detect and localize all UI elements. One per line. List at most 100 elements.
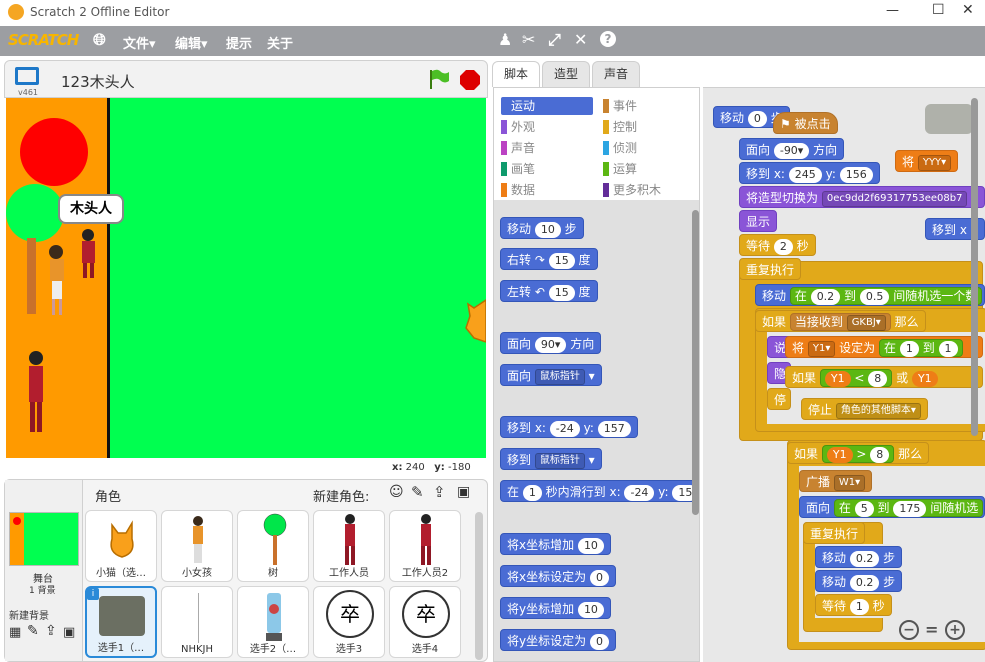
script-switch-costume[interactable]: 将造型切换为 0ec9dd2f69317753ee08b7 <box>739 186 985 208</box>
help-icon[interactable]: ? <box>600 31 616 47</box>
menu-file[interactable]: 文件▾ <box>123 33 156 52</box>
upload-sprite-icon[interactable]: ⇪ <box>433 483 446 501</box>
tab-scripts[interactable]: 脚本 <box>492 61 540 87</box>
upload-backdrop-icon[interactable]: ⇪ <box>45 623 57 639</box>
stage-coordinates: x: 240 y: -180 <box>392 462 471 473</box>
paint-backdrop-icon[interactable]: ✎ <box>27 623 39 639</box>
shrink-icon[interactable]: ✕ <box>574 30 587 49</box>
sprite-tile[interactable]: 选手2（… <box>237 586 309 658</box>
block-turn-right[interactable]: 右转 ↷ 15 度 <box>500 248 598 270</box>
block-set-x[interactable]: 将x坐标设定为 0 <box>500 565 616 587</box>
script-wait-1[interactable]: 等待 1 秒 <box>815 594 892 616</box>
script-broadcast[interactable]: 广播 W1▾ <box>799 470 873 492</box>
script-point-random[interactable]: 面向 在 5 到 175 间随机选 <box>799 496 985 518</box>
green-flag-icon[interactable] <box>429 68 449 89</box>
sprite-tile[interactable]: 工作人员 <box>313 510 385 582</box>
sprite-tile[interactable]: 工作人员2 <box>389 510 461 582</box>
cat-sprite[interactable] <box>464 298 486 353</box>
worker-sprite-top[interactable] <box>78 228 100 283</box>
script-forever[interactable]: 重复执行 <box>739 258 802 280</box>
block-point-towards[interactable]: 面向 鼠标指针 ▾ <box>500 364 602 386</box>
block-goto-xy[interactable]: 移到 x: -24 y: 157 <box>500 416 638 438</box>
grow-icon[interactable]: ⤢ <box>548 30 561 50</box>
script-if-or[interactable]: 如果 Y1 < 8 或 Y1 <box>785 366 983 388</box>
backdrop-library-icon[interactable]: ▦ <box>9 625 21 640</box>
zoom-in-button[interactable]: + <box>945 620 965 640</box>
sprite-scrollbar[interactable] <box>475 512 483 660</box>
script-move-step-2[interactable]: 移动 0.2 步 <box>815 570 903 592</box>
category-looks[interactable]: 外观 <box>501 118 535 136</box>
duplicate-icon[interactable]: ♟ <box>498 30 512 49</box>
zoom-reset-button[interactable]: = <box>925 620 938 639</box>
category-events[interactable]: 事件 <box>603 97 637 115</box>
window-title: Scratch 2 Offline Editor <box>30 5 170 19</box>
close-button[interactable]: ✕ <box>962 2 974 18</box>
script-set-var[interactable]: 将 Y1▾ 设定为 在 1 到 1 <box>785 336 983 358</box>
paint-sprite-icon[interactable]: ✎ <box>411 483 424 501</box>
script-scrollbar-v[interactable] <box>971 98 978 436</box>
minimize-button[interactable]: — <box>886 3 899 18</box>
sprite-tile[interactable]: 卒 选手4 <box>389 586 461 658</box>
sprite-tile[interactable]: 卒 选手3 <box>313 586 385 658</box>
menu-tips[interactable]: 提示 <box>226 33 252 52</box>
script-stop-partial[interactable]: 停 <box>767 388 791 410</box>
script-if-receive[interactable]: 如果 当接收到 GKBJ▾ 那么 <box>755 310 926 332</box>
menu-about[interactable]: 关于 <box>267 33 293 52</box>
sprite-tile[interactable]: 树 <box>237 510 309 582</box>
block-glide[interactable]: 在 1 秒内滑行到 x: -24 y: 15 <box>500 480 696 502</box>
script-stop[interactable]: 停止 角色的其他脚本▾ <box>801 398 928 420</box>
block-set-y[interactable]: 将y坐标设定为 0 <box>500 629 616 651</box>
block-turn-left[interactable]: 左转 ↶ 15 度 <box>500 280 598 302</box>
category-sensing[interactable]: 侦测 <box>603 139 637 157</box>
stage-thumbnail[interactable] <box>9 512 79 566</box>
tab-sounds[interactable]: 声音 <box>592 61 640 87</box>
tree-sprite[interactable] <box>6 184 64 242</box>
script-area[interactable]: 移动 0 步 ⚑ 被点击 面向 -90▾ 方向 移到 x: 245 y: 156… <box>703 87 985 662</box>
project-name[interactable]: 123木头人 <box>61 71 135 92</box>
script-goto-xy[interactable]: 移到 x: 245 y: 156 <box>739 162 880 184</box>
palette-scrollbar[interactable] <box>692 210 699 515</box>
script-move-random[interactable]: 移动 在 0.2 到 0.5 间随机选一个数 <box>755 284 985 306</box>
sprite-library-icon[interactable]: ☺ <box>389 484 404 500</box>
script-show[interactable]: 显示 <box>739 210 778 232</box>
category-sound[interactable]: 声音 <box>501 139 535 157</box>
category-operators[interactable]: 运算 <box>603 160 637 178</box>
info-icon[interactable]: i <box>87 588 99 600</box>
camera-backdrop-icon[interactable]: ▣ <box>63 625 75 640</box>
category-pen[interactable]: 画笔 <box>501 160 535 178</box>
script-move-step-1[interactable]: 移动 0.2 步 <box>815 546 903 568</box>
sprite-tile-label: 选手1（… <box>97 643 145 654</box>
maximize-button[interactable]: ☐ <box>932 2 945 18</box>
globe-icon[interactable]: 🌐︎ <box>93 30 106 50</box>
sprite-tile[interactable]: NHKJH <box>161 586 233 658</box>
category-data[interactable]: 数据 <box>501 181 535 199</box>
block-move[interactable]: 移动 10 步 <box>500 217 584 239</box>
worker-sprite-bottom[interactable] <box>26 350 48 437</box>
zoom-out-button[interactable]: − <box>899 620 919 640</box>
delete-icon[interactable]: ✂ <box>522 30 535 49</box>
scratch-logo[interactable]: SCRATCH <box>8 31 79 49</box>
sprite-tile[interactable]: 小女孩 <box>161 510 233 582</box>
fullscreen-icon[interactable] <box>15 67 39 85</box>
script-forever-inner[interactable]: 重复执行 <box>803 522 866 544</box>
tab-costumes[interactable]: 造型 <box>542 61 590 87</box>
script-if-gt[interactable]: 如果 Y1 > 8 那么 <box>787 442 930 464</box>
category-motion[interactable]: 运动 <box>501 97 593 115</box>
block-point-direction[interactable]: 面向 90▾ 方向 <box>500 332 602 354</box>
script-wait[interactable]: 等待 2 秒 <box>739 234 816 256</box>
block-change-y[interactable]: 将y坐标增加 10 <box>500 597 611 619</box>
sprite-tile[interactable]: 小猫（选… <box>85 510 157 582</box>
block-change-x[interactable]: 将x坐标增加 10 <box>500 533 611 555</box>
category-control[interactable]: 控制 <box>603 118 637 136</box>
script-set-yyy[interactable]: 将 YYY▾ <box>895 150 959 172</box>
block-goto[interactable]: 移到 鼠标指针 ▾ <box>500 448 602 470</box>
menu-edit[interactable]: 编辑▾ <box>175 33 208 52</box>
script-when-flag-clicked[interactable]: ⚑ 被点击 <box>773 112 838 134</box>
stage-canvas[interactable]: 木头人 <box>6 98 486 458</box>
girl-sprite[interactable] <box>46 244 68 316</box>
stop-icon[interactable] <box>459 69 481 94</box>
sprite-tile-selected[interactable]: i 选手1（… <box>85 586 157 658</box>
camera-sprite-icon[interactable]: ▣ <box>457 484 470 500</box>
script-point-direction[interactable]: 面向 -90▾ 方向 <box>739 138 845 160</box>
category-more-blocks[interactable]: 更多积木 <box>603 181 661 199</box>
